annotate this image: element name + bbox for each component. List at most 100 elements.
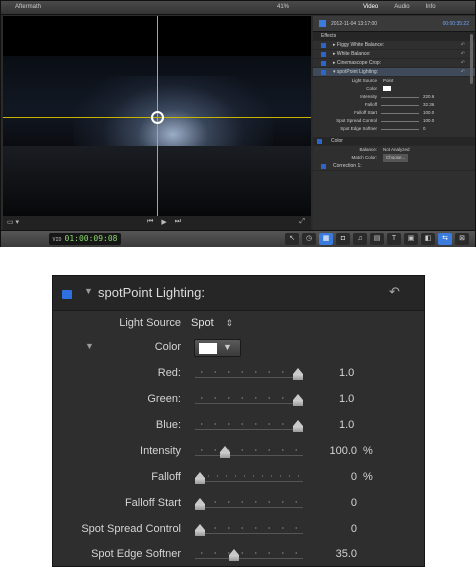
param-value[interactable]: 100.0	[321, 445, 357, 457]
effects-browser-icon[interactable]: ◧	[421, 233, 435, 245]
correction-row[interactable]: Correction 1:	[313, 162, 475, 171]
effect-enable-checkbox[interactable]	[321, 43, 326, 48]
param-slider[interactable]	[381, 97, 419, 98]
color-enable-checkbox[interactable]	[317, 139, 322, 144]
slider-row-falloff-start: Falloff Start 0	[53, 491, 424, 517]
tab-audio[interactable]: Audio	[394, 4, 409, 10]
reset-icon[interactable]: ↶	[461, 59, 465, 68]
generators-icon[interactable]: ▤	[370, 233, 384, 245]
tab-video[interactable]: Video	[363, 4, 378, 10]
param-value[interactable]: 100.0	[423, 109, 434, 117]
param-value[interactable]: 1.0	[339, 419, 359, 431]
slider-knob[interactable]	[293, 368, 303, 380]
effect-label: ▾ spotPoint Lighting:	[333, 69, 379, 75]
effect-enable-checkbox[interactable]	[321, 61, 326, 66]
effect-name: White Balance:	[336, 51, 371, 57]
param-value[interactable]: Point	[383, 77, 393, 85]
param-value[interactable]: 0	[321, 471, 357, 483]
param-slider[interactable]	[381, 121, 419, 122]
inspector-scrollbar[interactable]	[470, 34, 473, 84]
color-swatch[interactable]	[383, 86, 391, 91]
slider-knob[interactable]	[195, 472, 205, 484]
slider-knob[interactable]	[229, 549, 239, 561]
intensity-slider[interactable]	[195, 446, 303, 458]
param-slider[interactable]	[381, 105, 419, 106]
fullscreen-icon[interactable]: ⤢	[299, 218, 305, 226]
video-viewer[interactable]	[3, 16, 311, 216]
viewer-zoom[interactable]: 41%	[277, 4, 289, 10]
spot-spread-slider[interactable]	[195, 524, 303, 536]
effect-enable-checkbox[interactable]	[321, 52, 326, 57]
green-slider[interactable]	[195, 394, 303, 406]
themes-icon[interactable]: ▣	[404, 233, 418, 245]
color-well[interactable]: ▼	[194, 339, 241, 357]
previous-frame-icon[interactable]: ⏮	[147, 218, 153, 226]
effect-row[interactable]: ▸ Cinemascope Crop: ↶	[313, 59, 475, 68]
slider-knob[interactable]	[293, 394, 303, 406]
play-icon[interactable]: ▶	[161, 218, 166, 226]
reset-icon[interactable]: ↶	[389, 284, 400, 300]
timecode-display[interactable]: VID 01:00:09:08	[49, 233, 121, 245]
reset-icon[interactable]: ↶	[461, 41, 465, 50]
select-tool-icon[interactable]: ↖	[285, 233, 299, 245]
retime-icon[interactable]: ◷	[302, 233, 316, 245]
popup-arrows-icon: ⇕	[225, 318, 234, 328]
param-slider[interactable]	[381, 129, 419, 130]
param-label: Light Source	[351, 78, 377, 83]
param-label: Red:	[157, 367, 181, 379]
enhancements-icon[interactable]: ▦	[319, 233, 333, 245]
music-browser-icon[interactable]: ♫	[353, 233, 367, 245]
correction-label: Correction 1:	[333, 163, 362, 169]
param-value[interactable]: 0	[321, 523, 357, 535]
chevron-down-icon[interactable]: ▼	[223, 342, 232, 352]
slider-knob[interactable]	[195, 498, 205, 510]
inspector-toggle-icon[interactable]: ⇆	[438, 233, 452, 245]
tab-info[interactable]: Info	[426, 4, 436, 10]
param-value[interactable]: 100.0	[423, 117, 434, 125]
red-slider[interactable]	[195, 368, 303, 380]
titles-icon[interactable]: T	[387, 233, 401, 245]
slider-knob[interactable]	[195, 524, 205, 536]
choose-button[interactable]: Choose...	[383, 154, 409, 162]
next-frame-icon[interactable]: ⏭	[175, 218, 181, 226]
param-value[interactable]: 0	[321, 497, 357, 509]
reset-icon[interactable]: ↶	[461, 68, 465, 77]
falloff-slider[interactable]	[195, 472, 303, 484]
param-value[interactable]: 1.0	[339, 367, 359, 379]
param-value[interactable]: 32.36	[423, 101, 434, 109]
param-slider[interactable]	[381, 113, 419, 114]
param-row: Light Source Point	[313, 77, 475, 85]
toolbar-tools: ↖ ◷ ▦ ◘ ♫ ▤ T ▣ ◧ ⇆ ⊠	[285, 233, 469, 245]
effect-row-selected[interactable]: ▾ spotPoint Lighting: ↶	[313, 68, 475, 77]
playback-controls: ⏮ ▶ ⏭	[147, 218, 181, 226]
light-source-value: Spot	[191, 317, 214, 329]
falloff-start-slider[interactable]	[195, 498, 303, 510]
correction-enable-checkbox[interactable]	[321, 164, 326, 169]
light-source-popup[interactable]: Spot ⇕	[191, 317, 233, 329]
effect-row[interactable]: ▸ Figgy White Balance: ↶	[313, 41, 475, 50]
blue-slider[interactable]	[195, 420, 303, 432]
reset-icon[interactable]: ↶	[461, 50, 465, 59]
spot-edge-slider[interactable]	[195, 549, 303, 561]
param-value[interactable]: 0	[423, 125, 426, 133]
color-section-header[interactable]: Color	[313, 137, 475, 146]
effect-enable-checkbox[interactable]	[62, 290, 72, 299]
light-center-handle[interactable]	[151, 111, 164, 124]
slider-ticks	[195, 552, 303, 554]
param-value[interactable]: 1.0	[339, 393, 359, 405]
slider-knob[interactable]	[293, 420, 303, 432]
inspector-tabs: Video Audio Info	[363, 4, 436, 10]
slider-knob[interactable]	[220, 446, 230, 458]
photo-browser-icon[interactable]: ◘	[336, 233, 350, 245]
project-name: Aftermath	[15, 4, 42, 10]
effect-enable-checkbox[interactable]	[321, 70, 326, 75]
effects-section-header[interactable]: Effects	[313, 32, 475, 41]
param-value[interactable]: 220.6	[423, 93, 434, 101]
param-value[interactable]: 35.0	[321, 548, 357, 560]
effect-row[interactable]: ▸ White Balance: ↶	[313, 50, 475, 59]
slider-track	[195, 533, 303, 534]
disclosure-triangle-icon[interactable]: ▼	[84, 286, 93, 296]
viewer-options-icon[interactable]: ▭ ▾	[7, 218, 19, 226]
transitions-icon[interactable]: ⊠	[455, 233, 469, 245]
timecode-tag: VID	[52, 237, 62, 243]
